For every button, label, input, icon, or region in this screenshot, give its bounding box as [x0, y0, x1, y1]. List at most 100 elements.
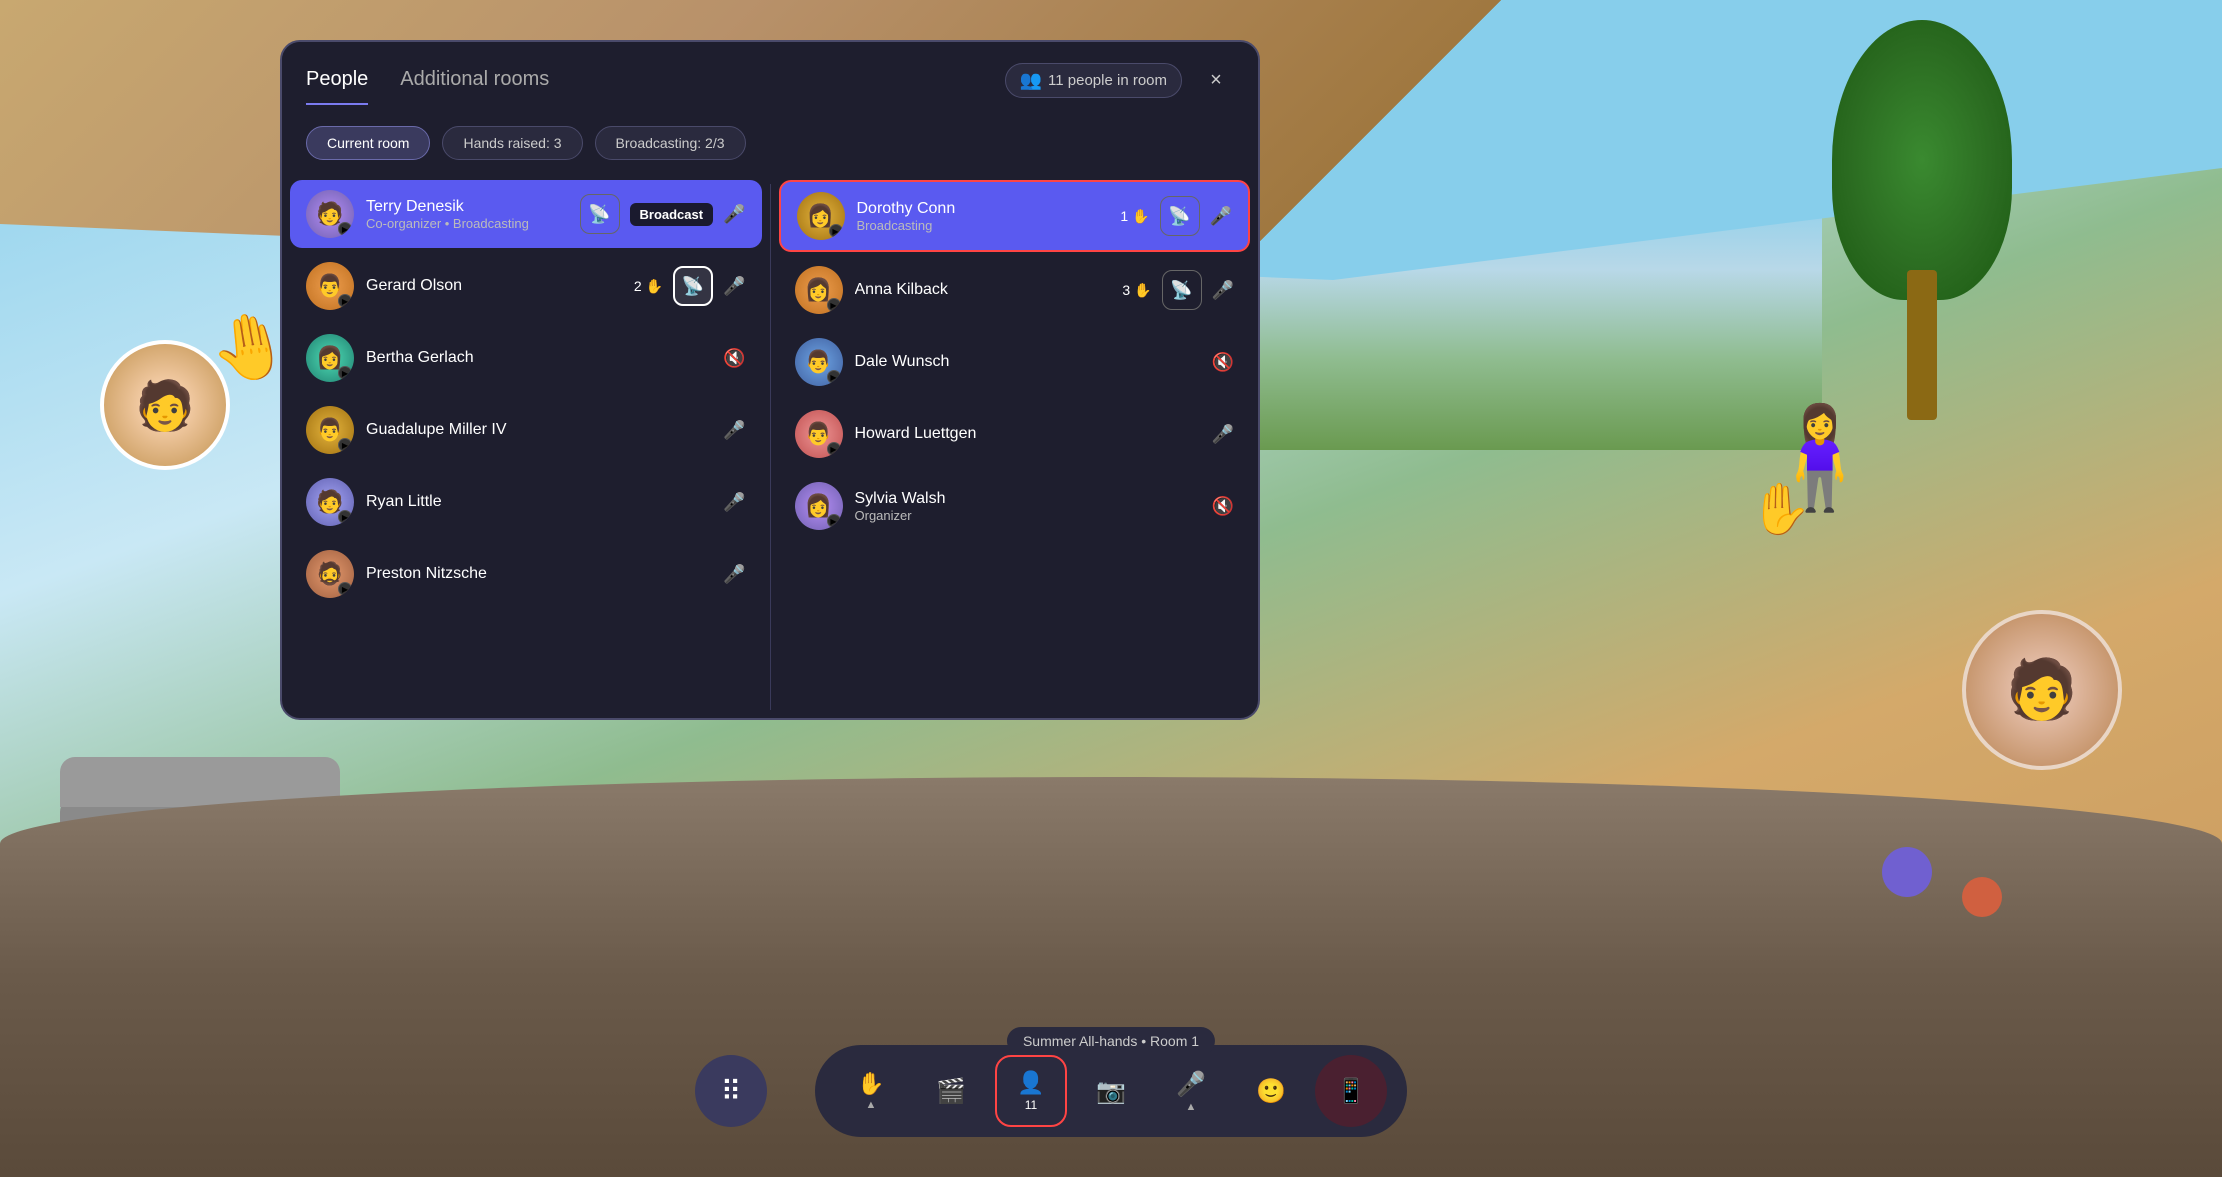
person-row[interactable]: 🧑 ▶ Terry Denesik Co-organizer • Broadca… [290, 180, 762, 248]
floor-orb-orange [1962, 877, 2002, 917]
hand-count: 2✋ [634, 278, 663, 295]
person-info: Terry Denesik Co-organizer • Broadcastin… [366, 198, 568, 231]
person-actions: 🎤 [723, 420, 745, 441]
person-avatar: 👩 ▶ [795, 482, 843, 530]
person-avatar: 🧑 ▶ [306, 190, 354, 238]
person-role: Broadcasting [857, 218, 1109, 233]
av-indicator: ▶ [338, 582, 352, 596]
person-row[interactable]: 👩 ▶ Bertha Gerlach 🔇 [290, 324, 762, 392]
raise-hand-button[interactable]: ✋ ▲ [835, 1055, 907, 1127]
person-row[interactable]: 👨 ▶ Howard Luettgen 🎤 [779, 400, 1251, 468]
bottom-toolbar: ⠿ ✋ ▲ 🎬 👤 11 📷 🎤 ▲ 🙂 📱 [815, 1045, 1407, 1137]
hand-count: 1✋ [1120, 208, 1149, 225]
person-avatar: 👩 ▶ [797, 192, 845, 240]
mic-button[interactable]: 🎤 ▲ [1155, 1055, 1227, 1127]
person-info: Preston Nitzsche [366, 565, 711, 583]
filter-row: Current room Hands raised: 3 Broadcastin… [282, 110, 1258, 176]
av-indicator: ▶ [338, 510, 352, 524]
person-avatar: 👨 ▶ [795, 410, 843, 458]
person-info: Sylvia Walsh Organizer [855, 490, 1200, 523]
person-row[interactable]: 👨 ▶ Guadalupe Miller IV 🎤 [290, 396, 762, 464]
people-list-area: 🧑 ▶ Terry Denesik Co-organizer • Broadca… [282, 176, 1258, 718]
mic-icon: 🎤 [723, 492, 745, 513]
person-info: Guadalupe Miller IV [366, 421, 711, 439]
person-info: Ryan Little [366, 493, 711, 511]
mic-icon: 🔇 [1212, 352, 1234, 373]
person-actions: 🔇 [1212, 352, 1234, 373]
mic-icon: 🎤 [723, 564, 745, 585]
av-indicator: ▶ [338, 438, 352, 452]
mic-icon: 🎤 [1212, 280, 1234, 301]
person-row[interactable]: 👩 ▶ Sylvia Walsh Organizer 🔇 [779, 472, 1251, 540]
panel-tabs: People Additional rooms 👥 11 people in r… [282, 42, 1258, 110]
person-actions: 3✋ 📡 🎤 [1122, 270, 1234, 310]
person-name: Preston Nitzsche [366, 565, 711, 583]
mic-icon: 🎤 [1210, 206, 1232, 227]
filter-current-room[interactable]: Current room [306, 126, 430, 160]
end-button[interactable]: 📱 [1315, 1055, 1387, 1127]
av-indicator: ▶ [829, 224, 843, 238]
person-avatar: 👨 ▶ [306, 262, 354, 310]
person-name: Gerard Olson [366, 277, 622, 295]
av-indicator: ▶ [827, 514, 841, 528]
people-count-badge: 👥 11 people in room [1005, 63, 1182, 98]
person-row[interactable]: 👨 ▶ Gerard Olson 2✋📡🎤 [290, 252, 762, 320]
person-name: Guadalupe Miller IV [366, 421, 711, 439]
bg-avatar-right: 🧑 [1962, 610, 2122, 770]
session-label: Summer All-hands • Room 1 [1007, 1027, 1215, 1055]
filter-hands-raised[interactable]: Hands raised: 3 [442, 126, 582, 160]
main-panel: People Additional rooms 👥 11 people in r… [280, 40, 1260, 720]
av-indicator: ▶ [338, 294, 352, 308]
cast-icon-btn[interactable]: 📡 [1162, 270, 1202, 310]
person-avatar: 👨 ▶ [306, 406, 354, 454]
person-actions: 🎤 [723, 564, 745, 585]
person-row[interactable]: 👩 ▶ Anna Kilback 3✋📡🎤 [779, 256, 1251, 324]
left-column: 🧑 ▶ Terry Denesik Co-organizer • Broadca… [282, 176, 770, 718]
tab-people[interactable]: People [306, 68, 368, 105]
person-name: Ryan Little [366, 493, 711, 511]
person-actions: 🎤 [723, 492, 745, 513]
person-row[interactable]: 👨 ▶ Dale Wunsch 🔇 [779, 328, 1251, 396]
mic-icon: 🎤 [723, 420, 745, 441]
floor-orb-purple [1882, 847, 1932, 897]
av-indicator: ▶ [338, 222, 352, 236]
reaction-button[interactable]: 🙂 [1235, 1055, 1307, 1127]
apps-button[interactable]: ⠿ [695, 1055, 767, 1127]
cast-icon-btn[interactable]: 📡 [1160, 196, 1200, 236]
right-column: 👩 ▶ Dorothy Conn Broadcasting 1✋ 📡 🎤 👩 ▶ [771, 176, 1259, 718]
person-info: Gerard Olson [366, 277, 622, 295]
person-actions: 🔇 [723, 348, 745, 369]
hand-count: 3✋ [1122, 282, 1151, 299]
person-info: Dale Wunsch [855, 353, 1200, 371]
person-name: Dorothy Conn [857, 200, 1109, 218]
person-actions: 🔇 [1212, 496, 1234, 517]
mic-icon: 🎤 [1212, 424, 1234, 445]
bg-avatar-left: 🧑 [100, 340, 230, 470]
camera-button[interactable]: 📷 [1075, 1055, 1147, 1127]
person-info: Howard Luettgen [855, 425, 1200, 443]
person-row[interactable]: 🧔 ▶ Preston Nitzsche 🎤 [290, 540, 762, 608]
tabs-right: 👥 11 people in room × [1005, 62, 1234, 110]
person-actions: 📡Broadcast🎤 [580, 194, 746, 234]
cast-icon-btn[interactable]: 📡 [673, 266, 713, 306]
people-button[interactable]: 👤 11 [995, 1055, 1067, 1127]
person-info: Bertha Gerlach [366, 349, 711, 367]
cast-icon-btn[interactable]: 📡 [580, 194, 620, 234]
person-info: Dorothy Conn Broadcasting [857, 200, 1109, 233]
bg-tree [1822, 20, 2022, 420]
person-avatar: 👨 ▶ [795, 338, 843, 386]
person-role: Organizer [855, 508, 1200, 523]
close-button[interactable]: × [1198, 62, 1234, 98]
filter-broadcasting[interactable]: Broadcasting: 2/3 [595, 126, 746, 160]
av-indicator: ▶ [827, 370, 841, 384]
tab-additional-rooms[interactable]: Additional rooms [400, 68, 549, 105]
person-row[interactable]: 👩 ▶ Dorothy Conn Broadcasting 1✋ 📡 🎤 [779, 180, 1251, 252]
person-info: Anna Kilback [855, 281, 1111, 299]
person-actions: 2✋📡🎤 [634, 266, 746, 306]
person-name: Terry Denesik [366, 198, 568, 216]
person-actions: 🎤 [1212, 424, 1234, 445]
av-indicator: ▶ [827, 442, 841, 456]
person-row[interactable]: 🧑 ▶ Ryan Little 🎤 [290, 468, 762, 536]
screenshare-button[interactable]: 🎬 [915, 1055, 987, 1127]
broadcast-badge: Broadcast [630, 203, 714, 226]
